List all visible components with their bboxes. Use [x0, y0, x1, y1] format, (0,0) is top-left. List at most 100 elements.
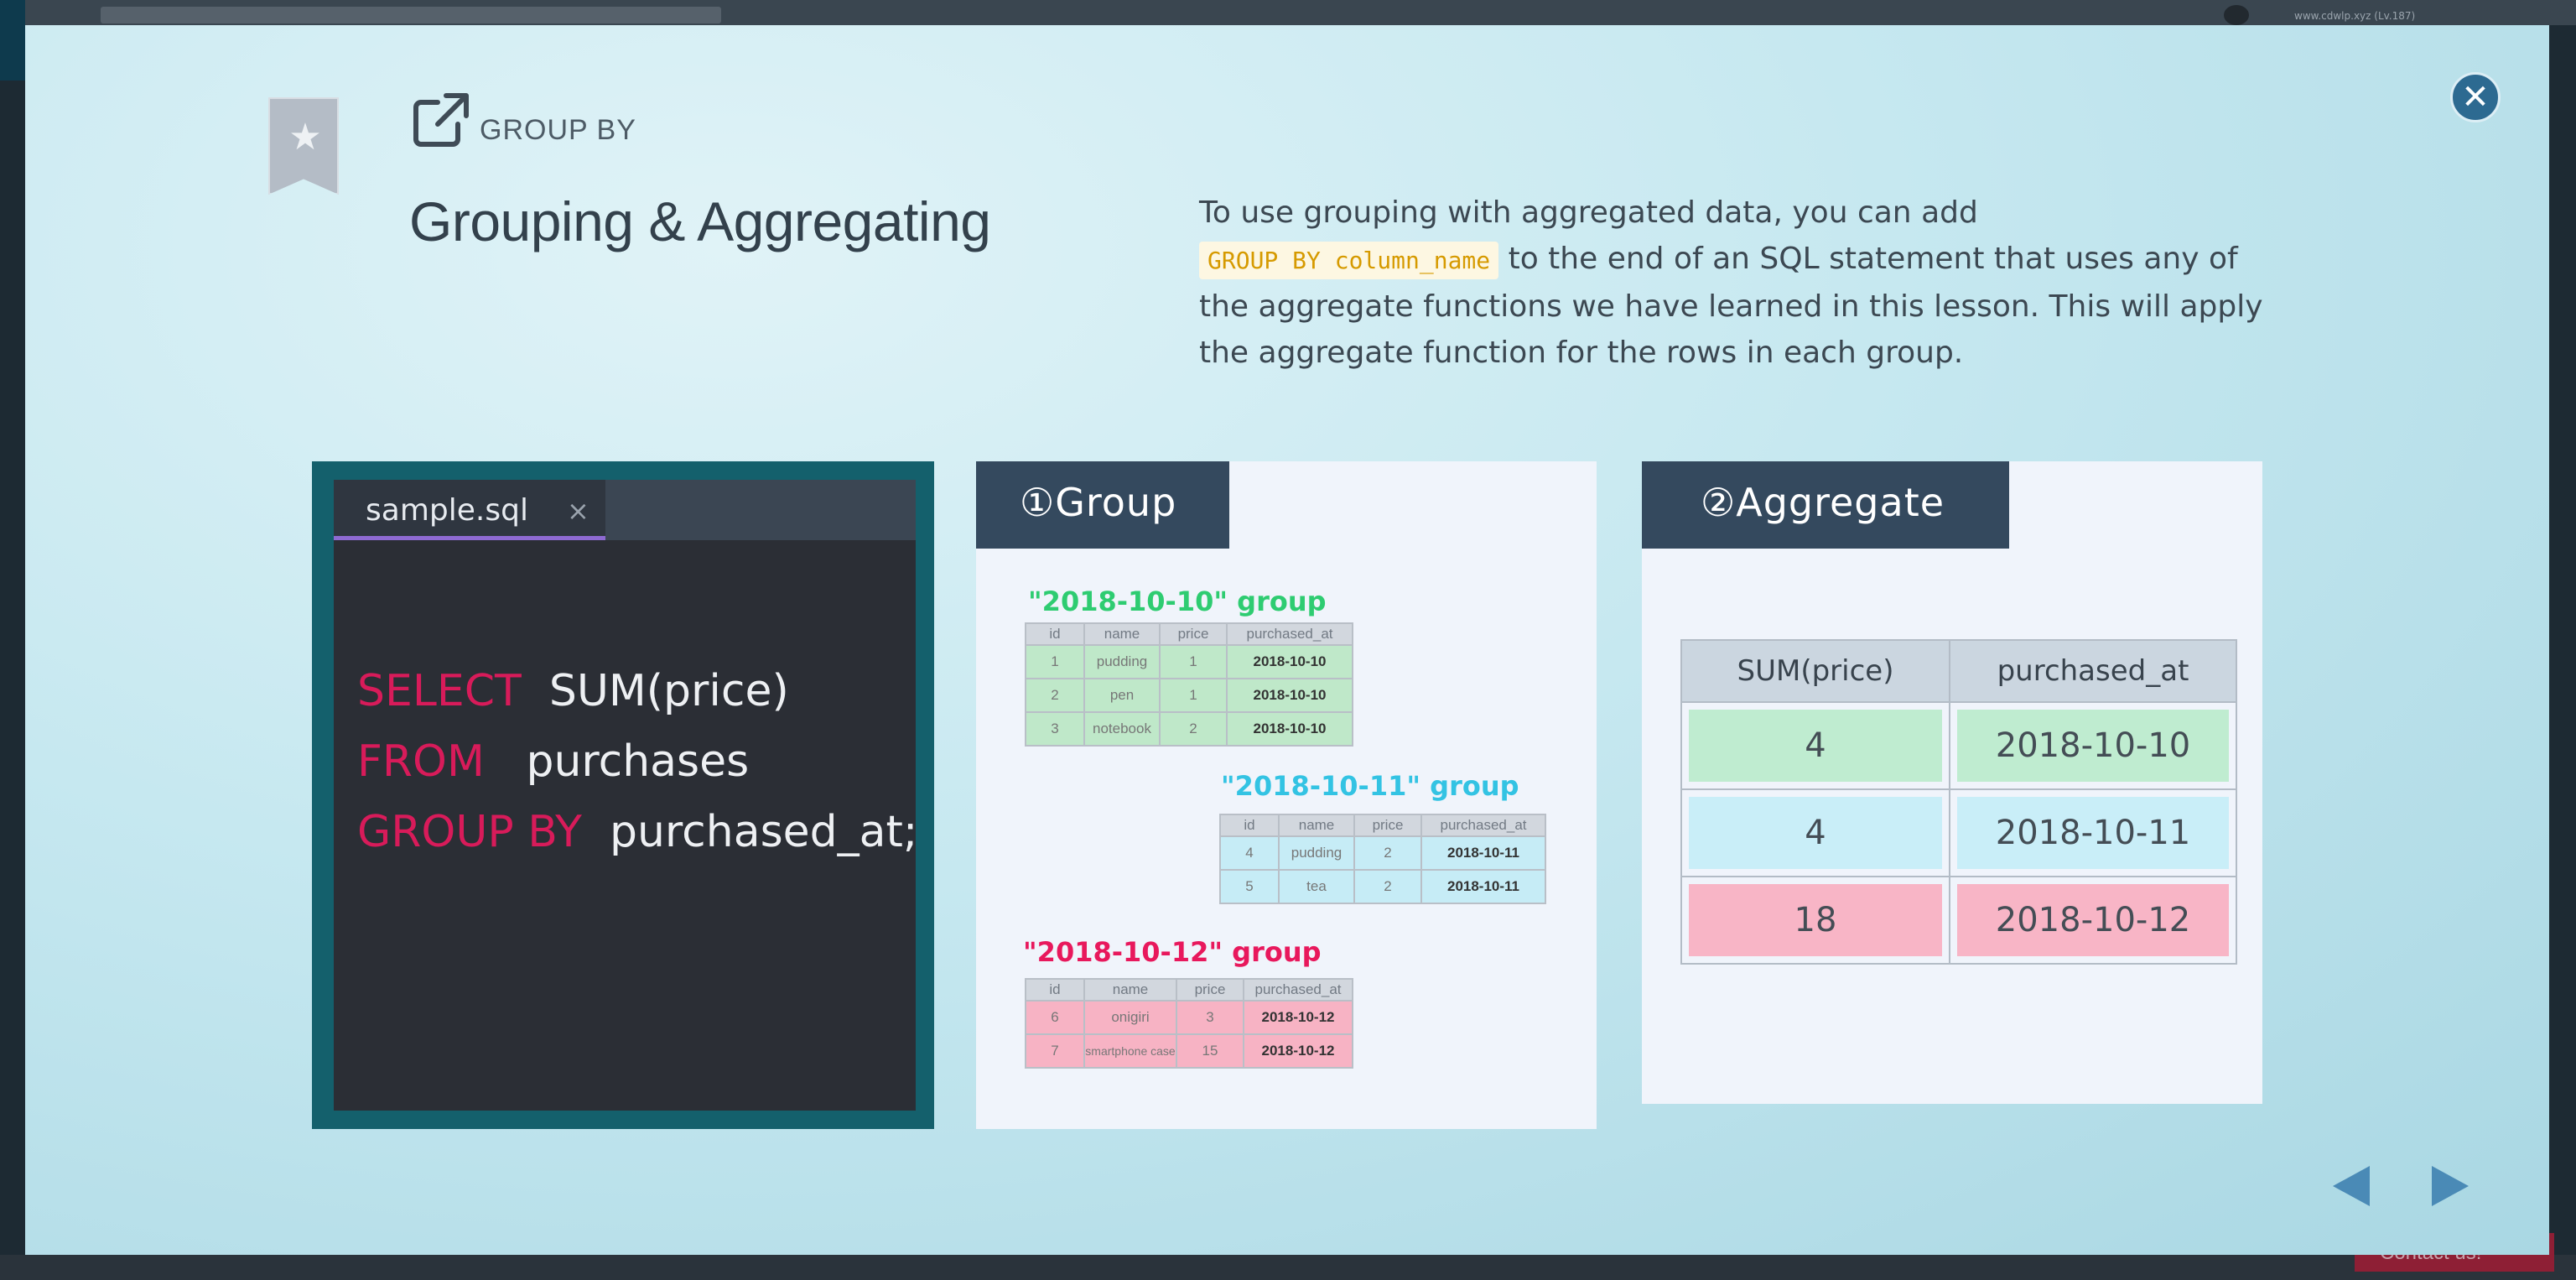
table-cell: smartphone case: [1083, 1033, 1177, 1069]
arrow-right-icon[interactable]: [2428, 1164, 2472, 1208]
group-label: "2018-10-11" group: [1221, 770, 1519, 802]
table-cell: 2018-10-12: [1243, 1000, 1353, 1035]
table-row: 7 smartphone case 15 2018-10-12: [1025, 1033, 1353, 1069]
editor-panel: sample.sql × SELECT SUM(price) FROM purc…: [312, 461, 934, 1129]
cell-value: 2018-10-12: [1957, 884, 2229, 956]
sql-keyword: FROM: [357, 736, 485, 787]
sql-value: purchases: [526, 736, 750, 787]
column-header: id: [1219, 814, 1280, 837]
column-header: id: [1025, 622, 1085, 646]
arrow-left-icon[interactable]: [2329, 1164, 2373, 1208]
table-cell: 2: [1025, 678, 1085, 713]
column-header: price: [1176, 978, 1244, 1002]
code-line: GROUP BY purchased_at;: [357, 807, 917, 857]
table-cell: 2018-10-11: [1420, 835, 1546, 871]
cell-value: 2018-10-11: [1957, 797, 2229, 869]
table-row: 6 onigiri 3 2018-10-12: [1025, 1000, 1353, 1035]
table-row: 4 2018-10-11: [1680, 788, 2237, 877]
table-cell: 2: [1159, 711, 1228, 747]
sql-value: SUM(price): [548, 666, 789, 716]
bookmark-button[interactable]: ★: [268, 97, 339, 195]
editor-tab[interactable]: sample.sql ×: [334, 480, 605, 540]
table-cell: 2018-10-10: [1949, 701, 2237, 790]
table-cell: 1: [1159, 678, 1228, 713]
column-header: name: [1278, 814, 1355, 837]
table-row: 2 pen 1 2018-10-10: [1025, 678, 1353, 713]
aggregate-table: SUM(price) purchased_at 4 2018-10-10 4 2…: [1680, 639, 2237, 965]
table-cell: pudding: [1278, 835, 1355, 871]
background-user-text: www.cdwlp.xyz (Lv.187): [2294, 10, 2416, 22]
column-header: SUM(price): [1680, 639, 1950, 703]
group-label: "2018-10-12" group: [1023, 936, 1322, 968]
table-cell: 2: [1353, 869, 1422, 904]
table-cell: 15: [1176, 1033, 1244, 1069]
group-panel-header: ①Group: [976, 461, 1229, 549]
column-header: purchased_at: [1420, 814, 1546, 837]
table-cell: 2: [1353, 835, 1422, 871]
tab-close-icon[interactable]: ×: [567, 495, 589, 527]
table-cell: 1: [1159, 644, 1228, 679]
table-row: 18 2018-10-12: [1680, 876, 2237, 965]
background-search-bar: [101, 7, 721, 23]
table-cell: 3: [1176, 1000, 1244, 1035]
code-editor: sample.sql × SELECT SUM(price) FROM purc…: [334, 480, 917, 1111]
aggregate-panel-header: ②Aggregate: [1642, 461, 2009, 549]
background-logo-block: [0, 0, 25, 81]
code-line: SELECT SUM(price): [357, 666, 789, 716]
column-header: purchased_at: [1949, 639, 2237, 703]
slide-description: To use grouping with aggregated data, yo…: [1199, 190, 2289, 376]
editor-tab-name: sample.sql: [366, 493, 528, 528]
table-cell: 6: [1025, 1000, 1085, 1035]
column-header: name: [1083, 978, 1177, 1002]
table-cell: 2018-10-11: [1949, 788, 2237, 877]
sql-keyword: SELECT: [357, 666, 522, 716]
cell-value: 4: [1689, 710, 1942, 782]
table-row: 3 notebook 2 2018-10-10: [1025, 711, 1353, 747]
table-row: 4 2018-10-10: [1680, 701, 2237, 790]
column-header: purchased_at: [1243, 978, 1353, 1002]
table-cell: 4: [1680, 701, 1950, 790]
column-header: purchased_at: [1226, 622, 1353, 646]
table-cell: 2018-10-11: [1420, 869, 1546, 904]
inline-code: GROUP BY column_name: [1199, 242, 1499, 279]
background-avatar: [2224, 5, 2249, 25]
sql-keyword: GROUP BY: [357, 807, 582, 857]
cell-value: 18: [1689, 884, 1942, 956]
star-icon: ★: [288, 116, 322, 159]
table-cell: 2018-10-10: [1226, 644, 1353, 679]
table-cell: 18: [1680, 876, 1950, 965]
code-line: FROM purchases: [357, 736, 749, 787]
table-cell: 2018-10-12: [1243, 1033, 1353, 1069]
close-icon[interactable]: ✕: [2450, 72, 2501, 122]
table-header-row: SUM(price) purchased_at: [1680, 639, 2237, 703]
table-cell: 2018-10-12: [1949, 876, 2237, 965]
table-cell: 2018-10-10: [1226, 711, 1353, 747]
cell-value: 4: [1689, 797, 1942, 869]
table-cell: pudding: [1083, 644, 1161, 679]
slide-title: Grouping & Aggregating: [409, 190, 991, 252]
slide-modal: ★ GROUP BY Grouping & Aggregating To use…: [25, 25, 2549, 1255]
group-table: id name price purchased_at 4 pudding 2 2…: [1219, 814, 1546, 904]
table-cell: 5: [1219, 869, 1280, 904]
column-header: price: [1353, 814, 1422, 837]
editor-tab-bar: sample.sql ×: [334, 480, 916, 540]
table-cell: 2018-10-10: [1226, 678, 1353, 713]
description-text-before: To use grouping with aggregated data, yo…: [1199, 195, 1978, 230]
table-cell: tea: [1278, 869, 1355, 904]
table-cell: onigiri: [1083, 1000, 1177, 1035]
table-cell: 4: [1219, 835, 1280, 871]
sql-value: purchased_at;: [609, 807, 918, 857]
table-cell: 4: [1680, 788, 1950, 877]
table-header-row: id name price purchased_at: [1025, 622, 1353, 646]
background-bottom-bar: [0, 1255, 2576, 1280]
column-header: name: [1083, 622, 1161, 646]
column-header: price: [1159, 622, 1228, 646]
group-label: "2018-10-10" group: [1028, 585, 1327, 617]
table-row: 5 tea 2 2018-10-11: [1219, 869, 1546, 904]
table-cell: 3: [1025, 711, 1085, 747]
group-table: id name price purchased_at 1 pudding 1 2…: [1025, 622, 1353, 747]
column-header: id: [1025, 978, 1085, 1002]
external-link-icon[interactable]: [413, 92, 471, 148]
cell-value: 2018-10-10: [1957, 710, 2229, 782]
table-cell: 7: [1025, 1033, 1085, 1069]
